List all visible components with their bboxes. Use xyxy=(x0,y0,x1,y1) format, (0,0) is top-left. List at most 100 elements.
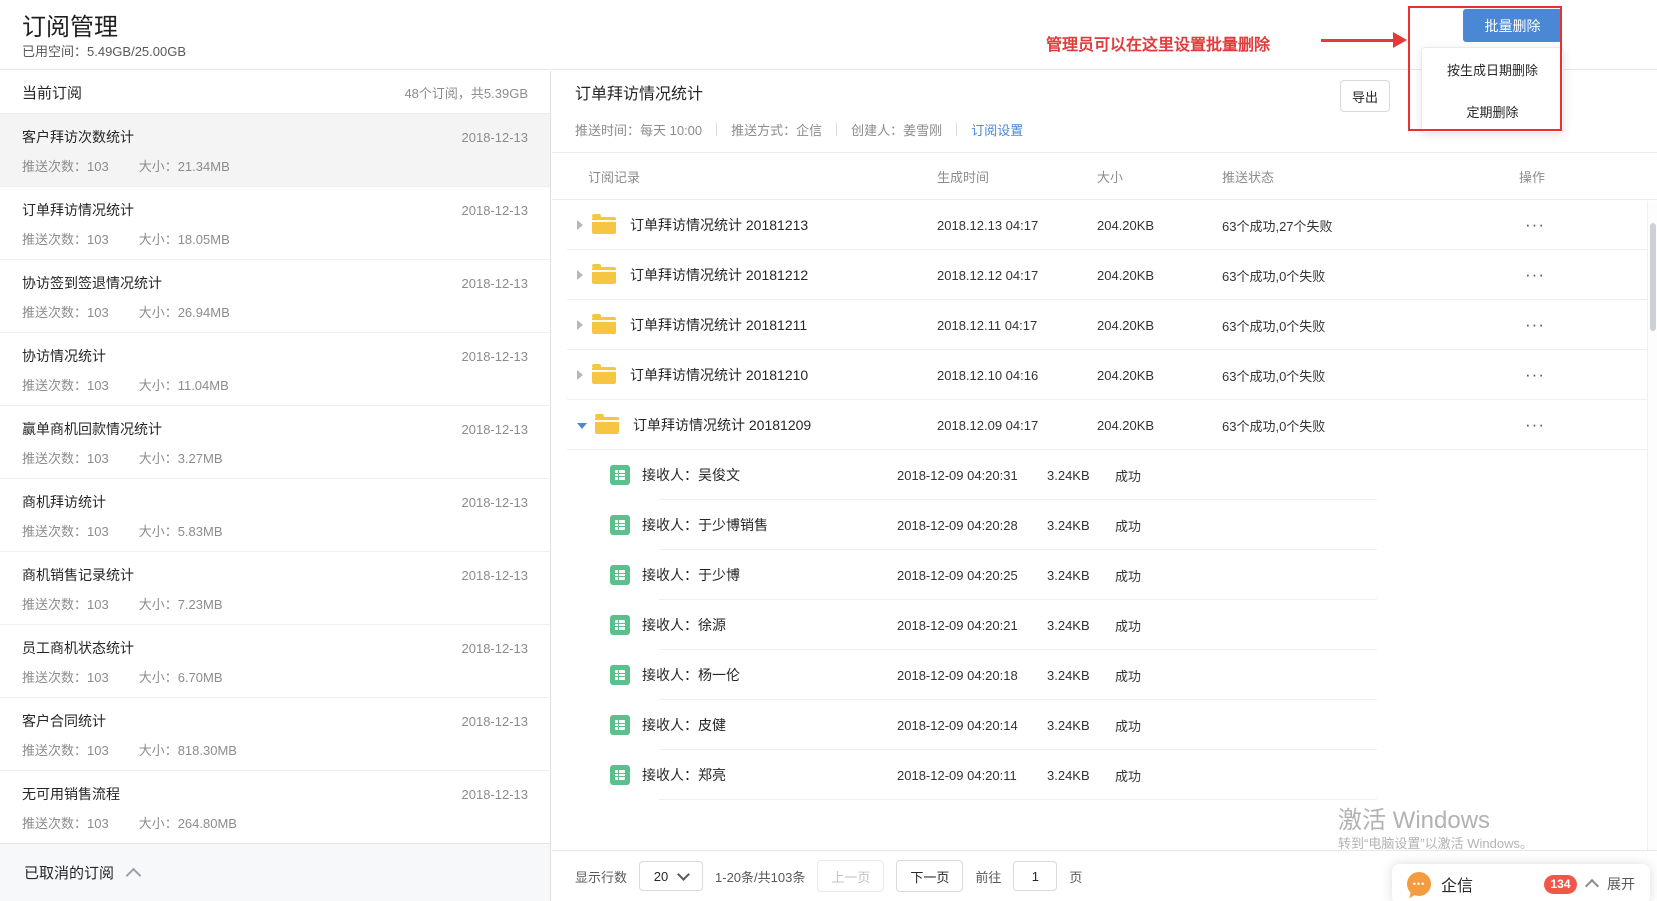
push-count: 推送次数：103 xyxy=(22,524,109,539)
folder-push-status: 63个成功,0个失败 xyxy=(1222,268,1326,284)
subscription-title: 无可用销售流程 xyxy=(22,786,120,802)
subscription-list-item[interactable]: 协访签到签退情况统计 2018-12-13 推送次数：103 大小：26.94M… xyxy=(0,260,550,333)
subscription-meta: 推送次数：103 大小：6.70MB xyxy=(22,667,528,686)
subscription-list-item[interactable]: 商机拜访统计 2018-12-13 推送次数：103 大小：5.83MB xyxy=(0,479,550,552)
folder-push-status: 63个成功,27个失败 xyxy=(1222,218,1333,234)
spreadsheet-icon xyxy=(610,765,630,785)
cancelled-subscriptions-toggle[interactable]: 已取消的订阅 xyxy=(0,843,550,901)
subscription-title: 协访签到签退情况统计 xyxy=(22,275,162,291)
subscription-summary: 48个订阅，共5.39GB xyxy=(404,85,528,101)
subscription-title: 协访情况统计 xyxy=(22,348,106,364)
spreadsheet-icon xyxy=(610,665,630,685)
folder-row[interactable]: 订单拜访情况统计 20181211 2018.12.11 04:17 204.2… xyxy=(552,300,1657,350)
more-actions-button[interactable]: ··· xyxy=(1525,365,1545,384)
subscription-detail-panel: 订单拜访情况统计 导出 推送时间：每天 10:00 推送方式：企信 创建人：姜雪… xyxy=(552,71,1657,901)
batch-delete-button[interactable]: 批量删除 xyxy=(1463,9,1562,42)
subscription-settings-link[interactable]: 订阅设置 xyxy=(971,120,1023,139)
subscription-list-item[interactable]: 客户拜访次数统计 2018-12-13 推送次数：103 大小：21.34MB xyxy=(0,114,550,187)
prev-page-button[interactable]: 上一页 xyxy=(817,860,885,892)
subscription-size: 大小：5.83MB xyxy=(138,524,223,539)
subscription-list-item[interactable]: 无可用销售流程 2018-12-13 推送次数：103 大小：264.80MB xyxy=(0,771,550,843)
subscription-list-item[interactable]: 商机销售记录统计 2018-12-13 推送次数：103 大小：7.23MB xyxy=(0,552,550,625)
push-count: 推送次数：103 xyxy=(22,305,109,320)
expander-icon[interactable] xyxy=(577,370,583,380)
windows-activation-watermark: 激活 Windows xyxy=(1338,807,1491,834)
qixin-taskbar-card[interactable]: ••• 企信 134 展开 xyxy=(1392,864,1650,901)
spreadsheet-icon xyxy=(610,615,630,635)
cancelled-subscriptions-label: 已取消的订阅 xyxy=(24,865,115,882)
folder-name: 订单拜访情况统计 20181210 xyxy=(630,367,809,383)
subscription-size: 大小：21.34MB xyxy=(138,159,230,174)
push-count: 推送次数：103 xyxy=(22,232,109,247)
push-count: 推送次数：103 xyxy=(22,597,109,612)
record-receiver: 接收人：于少博 xyxy=(642,567,740,583)
subscription-size: 大小：6.70MB xyxy=(138,670,223,685)
more-actions-button[interactable]: ··· xyxy=(1525,265,1545,284)
next-page-button[interactable]: 下一页 xyxy=(896,860,964,892)
folder-row[interactable]: 订单拜访情况统计 20181210 2018.12.10 04:16 204.2… xyxy=(552,350,1657,400)
space-used-text: 已用空间：5.49GB/25.00GB xyxy=(22,44,187,59)
folder-name-cell: 订单拜访情况统计 20181211 xyxy=(552,313,937,335)
folder-name: 订单拜访情况统计 20181212 xyxy=(630,267,809,283)
push-time-text: 推送时间：每天 10:00 xyxy=(575,123,703,138)
folder-row[interactable]: 订单拜访情况统计 20181209 2018.12.09 04:17 204.2… xyxy=(552,400,1657,450)
subscription-size: 大小：7.23MB xyxy=(138,597,223,612)
record-size: 3.24KB xyxy=(1047,517,1090,533)
folder-name: 订单拜访情况统计 20181209 xyxy=(633,417,812,433)
rows-per-page-value: 20 xyxy=(653,868,669,884)
subscription-list-item[interactable]: 赢单商机回款情况统计 2018-12-13 推送次数：103 大小：3.27MB xyxy=(0,406,550,479)
subscription-list-item[interactable]: 客户合同统计 2018-12-13 推送次数：103 大小：818.30MB xyxy=(0,698,550,771)
expander-icon[interactable] xyxy=(577,320,583,330)
record-status: 成功 xyxy=(1115,718,1142,734)
record-time: 2018-12-09 04:20:11 xyxy=(897,767,1017,783)
expander-icon[interactable] xyxy=(577,270,583,280)
folder-icon xyxy=(592,263,616,284)
more-actions-button[interactable]: ··· xyxy=(1525,215,1545,234)
goto-page-input[interactable] xyxy=(1013,861,1058,891)
rows-per-page-select[interactable]: 20 xyxy=(639,861,704,891)
more-actions-button[interactable]: ··· xyxy=(1525,315,1545,334)
subscription-list-item[interactable]: 员工商机状态统计 2018-12-13 推送次数：103 大小：6.70MB xyxy=(0,625,550,698)
table-body: 订单拜访情况统计 20181213 2018.12.13 04:17 204.2… xyxy=(552,200,1657,800)
subscription-list-item[interactable]: 协访情况统计 2018-12-13 推送次数：103 大小：11.04MB xyxy=(0,333,550,406)
record-row: 接收人：于少博销售 2018-12-09 04:20:28 3.24KB 成功 xyxy=(552,500,1657,550)
push-count: 推送次数：103 xyxy=(22,159,109,174)
annotation-arrow-head-icon xyxy=(1393,32,1407,48)
page-title: 订阅管理 xyxy=(22,14,118,41)
folder-name: 订单拜访情况统计 20181211 xyxy=(630,317,808,333)
expander-icon[interactable] xyxy=(577,423,587,429)
record-time: 2018-12-09 04:20:25 xyxy=(897,567,1018,583)
subscription-item-header: 订单拜访情况统计 2018-12-13 xyxy=(22,200,528,220)
subscription-list-item[interactable]: 订单拜访情况统计 2018-12-13 推送次数：103 大小：18.05MB xyxy=(0,187,550,260)
subscription-date: 2018-12-13 xyxy=(461,129,529,145)
spreadsheet-icon xyxy=(610,515,630,535)
record-row: 接收人：徐源 2018-12-09 04:20:21 3.24KB 成功 xyxy=(552,600,1657,650)
scrollbar-thumb[interactable] xyxy=(1650,223,1656,331)
record-receiver: 接收人：徐源 xyxy=(642,617,726,633)
subscription-date: 2018-12-13 xyxy=(461,713,529,729)
record-size: 3.24KB xyxy=(1047,567,1090,583)
folder-row[interactable]: 订单拜访情况统计 20181213 2018.12.13 04:17 204.2… xyxy=(552,200,1657,250)
subscription-title: 客户拜访次数统计 xyxy=(22,129,134,145)
record-row: 接收人：于少博 2018-12-09 04:20:25 3.24KB 成功 xyxy=(552,550,1657,600)
subscription-meta: 推送次数：103 大小：264.80MB xyxy=(22,813,528,832)
subscription-list: 客户拜访次数统计 2018-12-13 推送次数：103 大小：21.34MB … xyxy=(0,114,550,843)
folder-row[interactable]: 订单拜访情况统计 20181212 2018.12.12 04:17 204.2… xyxy=(552,250,1657,300)
menu-item-delete-by-date[interactable]: 按生成日期删除 xyxy=(1422,48,1563,90)
push-count: 推送次数：103 xyxy=(22,670,109,685)
export-button[interactable]: 导出 xyxy=(1340,80,1390,112)
windows-activation-hint: 转到“电脑设置”以激活 Windows。 xyxy=(1338,836,1534,851)
folder-name-cell: 订单拜访情况统计 20181212 xyxy=(552,263,937,285)
folder-icon xyxy=(592,313,616,334)
more-actions-button[interactable]: ··· xyxy=(1525,415,1545,434)
subscription-date: 2018-12-13 xyxy=(461,494,529,510)
menu-item-scheduled-delete[interactable]: 定期删除 xyxy=(1422,90,1563,132)
record-time: 2018-12-09 04:20:18 xyxy=(897,667,1018,683)
batch-delete-menu: 按生成日期删除 定期删除 xyxy=(1421,47,1564,133)
expand-button[interactable]: 展开 xyxy=(1607,874,1635,894)
expander-icon[interactable] xyxy=(577,220,583,230)
record-status: 成功 xyxy=(1115,568,1142,584)
folder-name-cell: 订单拜访情况统计 20181210 xyxy=(552,363,937,385)
folder-push-status: 63个成功,0个失败 xyxy=(1222,368,1326,384)
record-time: 2018-12-09 04:20:28 xyxy=(897,517,1018,533)
